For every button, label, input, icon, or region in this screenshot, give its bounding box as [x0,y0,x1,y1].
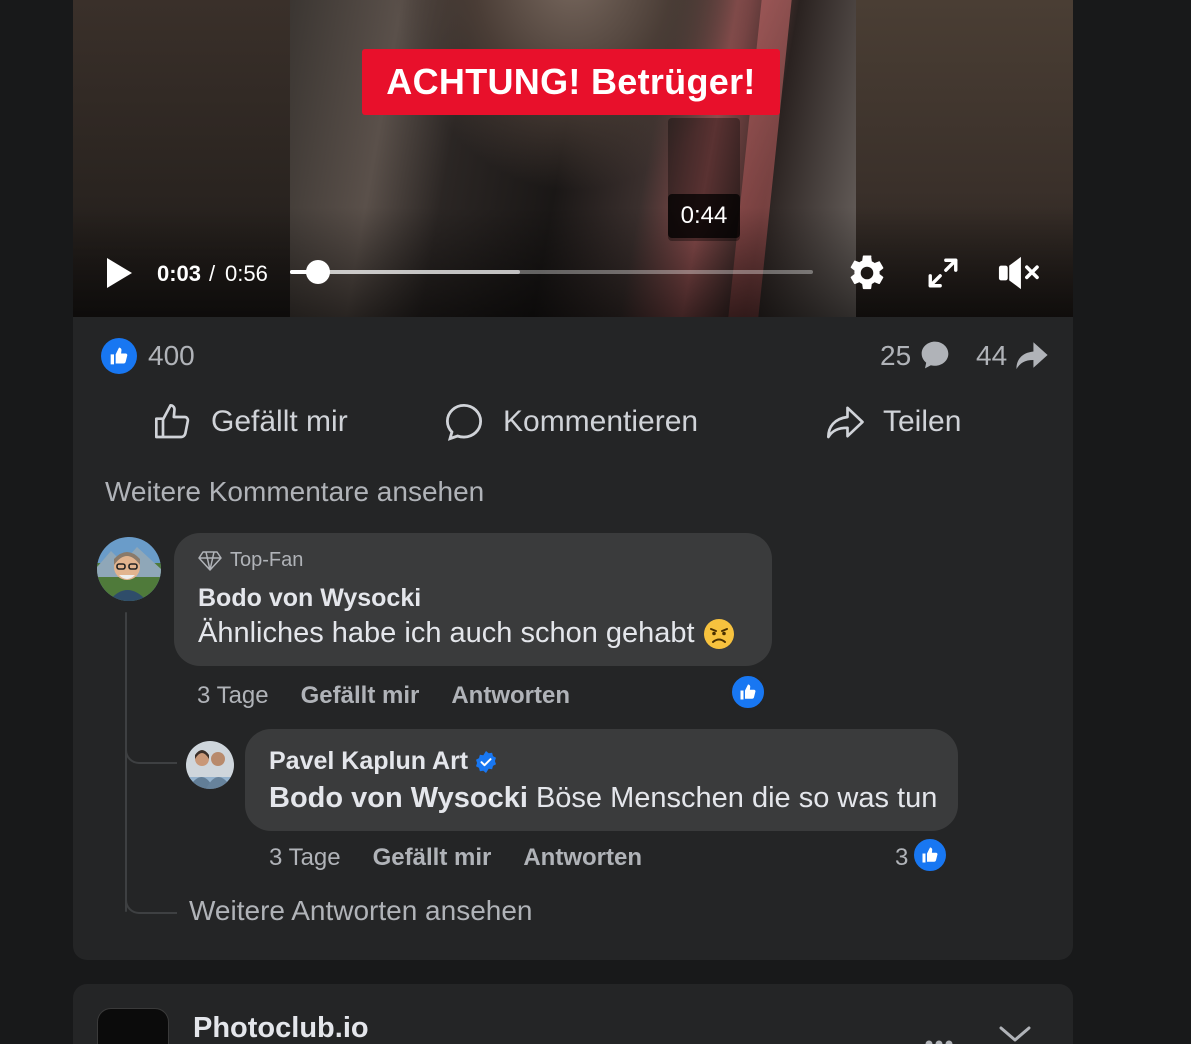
verified-badge-icon [476,750,497,773]
thread-connector [125,740,177,764]
thumbs-up-icon [740,684,756,700]
reply-time[interactable]: 3 Tage [269,844,341,872]
angry-emoji-icon [703,619,734,650]
more-options-button[interactable] [919,1024,959,1044]
share-icon [1016,342,1048,370]
progress-bar[interactable] [290,260,813,284]
duration: 0:56 [225,261,268,286]
seek-preview-time: 0:44 [668,194,740,238]
fullscreen-icon [928,258,958,288]
video-overlay-banner: ACHTUNG! Betrüger! [362,49,780,115]
more-icon [925,1040,953,1044]
chevron-down-icon [999,1026,1031,1042]
current-time: 0:03 [157,261,202,286]
comment-count[interactable]: 25 [880,340,911,372]
play-button[interactable] [103,255,135,291]
comment-reaction-badge[interactable] [729,673,767,711]
comment-reply-button[interactable]: Antworten [451,682,570,710]
reaction-like-badge[interactable] [101,338,137,374]
reply-reaction-count[interactable]: 3 [895,844,908,872]
volume-button[interactable] [996,251,1040,295]
diamond-icon [198,550,222,571]
video-player[interactable]: ACHTUNG! Betrüger! 0:44 0:03 / 0:56 [73,0,1073,317]
reply-author-row: Pavel Kaplun Art [269,747,498,776]
top-fan-label: Top-Fan [230,549,304,571]
collapse-button[interactable] [995,1022,1035,1044]
settings-button[interactable] [845,251,889,295]
comment-icon [445,403,483,441]
reply-author[interactable]: Pavel Kaplun Art [269,747,468,776]
reply-reply-button[interactable]: Antworten [523,844,642,872]
comment-action-label: Kommentieren [503,405,699,438]
comment-like-button[interactable]: Gefällt mir [301,682,420,710]
thread-line [125,612,127,912]
muted-volume-icon [998,256,1039,290]
reply-like-button[interactable]: Gefällt mir [373,844,492,872]
next-post-card: Photoclub.io [73,984,1073,1044]
reply-mention[interactable]: Bodo von Wysocki [269,782,528,814]
like-action-button[interactable]: Gefällt mir [153,398,348,446]
reply-meta: 3 Tage Gefällt mir Antworten [269,844,642,872]
comment-text-row: Ähnliches habe ich auch schon gehabt [198,617,735,650]
page-avatar[interactable] [97,1008,169,1044]
time-separator: / [209,261,216,286]
reply-text-row: Bodo von Wysocki Böse Menschen die so wa… [269,782,937,815]
comment-author[interactable]: Bodo von Wysocki [198,584,421,613]
share-count[interactable]: 44 [976,340,1007,372]
reaction-count[interactable]: 400 [148,340,195,372]
comment-time[interactable]: 3 Tage [197,682,269,710]
reply-bubble: Pavel Kaplun Art Bodo von Wysocki Böse M… [245,729,958,831]
reply-reaction-badge[interactable] [911,836,949,874]
share-icon [827,406,864,439]
fullscreen-button[interactable] [921,251,965,295]
share-action-button[interactable]: Teilen [825,398,961,446]
post-card: ACHTUNG! Betrüger! 0:44 0:03 / 0:56 400 … [73,0,1073,960]
comment-action-button[interactable]: Kommentieren [443,398,698,446]
comment-text: Ähnliches habe ich auch schon gehabt [198,617,695,649]
comment-meta: 3 Tage Gefällt mir Antworten [197,682,570,710]
avatar[interactable] [186,741,234,789]
thumbs-up-icon [922,847,938,863]
reply-text: Böse Menschen die so was tun [527,782,938,814]
comment-icon [921,341,949,369]
top-fan-badge: Top-Fan [198,549,303,572]
share-action-label: Teilen [883,405,962,438]
video-overlay-text: ACHTUNG! Betrüger! [386,61,756,102]
view-more-comments-link[interactable]: Weitere Kommentare ansehen [105,476,484,508]
play-icon [107,258,132,288]
page-name[interactable]: Photoclub.io [193,1012,369,1044]
thread-connector [125,890,177,914]
avatar[interactable] [97,537,161,601]
comment-bubble: Top-Fan Bodo von Wysocki Ähnliches habe … [174,533,772,666]
view-more-replies-link[interactable]: Weitere Antworten ansehen [189,895,532,927]
like-action-label: Gefällt mir [211,405,348,438]
thumbs-up-icon [110,347,128,365]
gear-icon [850,255,884,290]
thumbs-up-icon [155,404,190,439]
